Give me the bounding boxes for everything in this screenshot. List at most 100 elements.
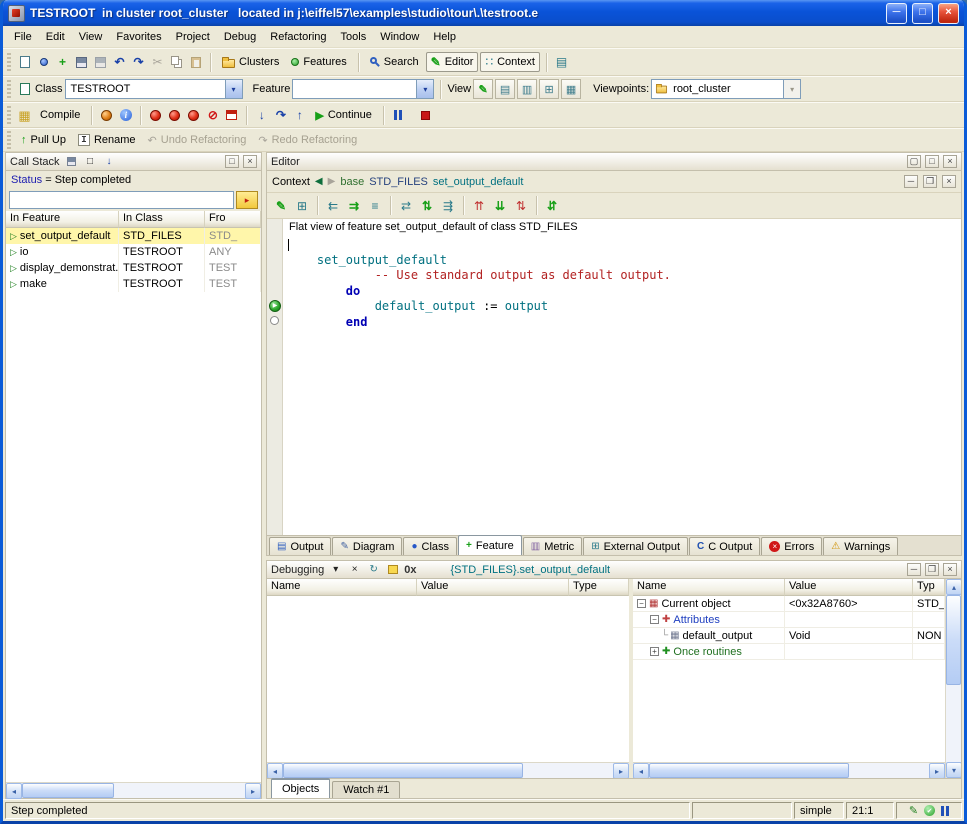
toolbar-grip[interactable] bbox=[7, 131, 11, 149]
debugging-menu-button[interactable]: ▾ bbox=[328, 563, 343, 577]
menu-help[interactable]: Help bbox=[426, 28, 463, 46]
scroll-right-button[interactable]: ▸ bbox=[245, 783, 261, 799]
menu-edit[interactable]: Edit bbox=[39, 28, 72, 46]
code-view[interactable]: set_output_default -- Use standard outpu… bbox=[284, 237, 961, 330]
scrollbar-track[interactable] bbox=[283, 763, 613, 778]
class-combobox-arrow[interactable]: ▾ bbox=[225, 80, 242, 98]
scroll-left-button[interactable]: ◂ bbox=[6, 783, 22, 799]
column-type[interactable]: Typ bbox=[913, 579, 945, 596]
debugging-restore-button[interactable]: ❐ bbox=[925, 563, 939, 576]
external-commands-button[interactable]: ▤ bbox=[553, 54, 570, 70]
call-stack-row[interactable]: ▷io TESTROOT ANY bbox=[6, 244, 261, 260]
view-contract-button[interactable]: ⊞ bbox=[539, 79, 559, 99]
open-new-editor-button[interactable]: ⊞ bbox=[292, 196, 312, 216]
show-history-button[interactable]: ⇵ bbox=[542, 196, 562, 216]
redo-refactoring-button[interactable]: ↷ Redo Refactoring bbox=[253, 131, 362, 150]
scroll-left-button[interactable]: ◂ bbox=[633, 763, 649, 778]
show-callees-button[interactable]: ⇉ bbox=[344, 196, 364, 216]
pause-button[interactable] bbox=[390, 107, 407, 123]
watch-hscrollbar[interactable]: ◂ ▸ bbox=[267, 762, 629, 778]
compile-button[interactable]: Compile bbox=[35, 106, 85, 124]
stack-filter-button[interactable]: ▸ bbox=[236, 191, 258, 209]
show-exports-button[interactable]: ⇅ bbox=[511, 196, 531, 216]
search-button[interactable]: Search bbox=[365, 53, 424, 71]
view-flat-button[interactable]: ▥ bbox=[517, 79, 537, 99]
show-descendants-button[interactable]: ⇊ bbox=[490, 196, 510, 216]
breadcrumb-class[interactable]: STD_FILES bbox=[369, 176, 428, 188]
column-in-class[interactable]: In Class bbox=[119, 211, 205, 228]
stack-filter-input[interactable] bbox=[9, 191, 234, 209]
editor-maximize-button[interactable]: □ bbox=[925, 155, 939, 168]
debugging-close-button[interactable]: × bbox=[943, 563, 957, 576]
show-creators-button[interactable]: ⇄ bbox=[396, 196, 416, 216]
step-into-button[interactable]: ↓ bbox=[253, 107, 270, 123]
object-tree-row[interactable]: −▦Current object <0x32A8760> STD_ bbox=[633, 596, 945, 612]
tab-diagram[interactable]: ✎Diagram bbox=[332, 537, 402, 555]
history-forward-button[interactable]: ▶ bbox=[328, 176, 336, 187]
cut-button[interactable]: ✂ bbox=[149, 54, 166, 70]
toolbar-grip[interactable] bbox=[7, 53, 11, 71]
paste-button[interactable] bbox=[187, 54, 204, 70]
context-minimize-button[interactable]: ─ bbox=[904, 175, 918, 188]
close-button[interactable]: × bbox=[938, 3, 959, 24]
watch-expression-button[interactable] bbox=[385, 563, 400, 577]
call-stack-row[interactable]: ▷make TESTROOT TEST bbox=[6, 276, 261, 292]
objects-vscrollbar[interactable]: ▴ ▾ bbox=[945, 579, 961, 778]
hex-format-toggle[interactable]: 0x bbox=[404, 564, 416, 576]
new-document-button[interactable] bbox=[16, 54, 33, 70]
menu-favorites[interactable]: Favorites bbox=[109, 28, 168, 46]
scroll-right-button[interactable]: ▸ bbox=[929, 763, 945, 778]
column-value[interactable]: Value bbox=[417, 579, 569, 596]
stack-depth-button[interactable]: ↓ bbox=[102, 155, 117, 169]
toolbar-grip[interactable] bbox=[7, 106, 11, 124]
menu-refactoring[interactable]: Refactoring bbox=[263, 28, 333, 46]
call-stack-hscrollbar[interactable]: ◂ ▸ bbox=[6, 782, 261, 798]
editor-header[interactable]: Editor ▢ □ × bbox=[267, 153, 961, 171]
features-button[interactable]: Features bbox=[286, 53, 351, 71]
redo-button[interactable]: ↷ bbox=[130, 54, 147, 70]
call-stack-maximize-button[interactable]: □ bbox=[225, 155, 239, 168]
maximize-button[interactable]: □ bbox=[912, 3, 933, 24]
edit-feature-button[interactable]: ✎ bbox=[271, 196, 291, 216]
run-no-stopping-button[interactable] bbox=[166, 107, 183, 123]
toolbar-grip[interactable] bbox=[7, 80, 11, 98]
object-tree-row[interactable]: └▦default_output Void NON bbox=[633, 628, 945, 644]
collapse-icon[interactable]: − bbox=[650, 615, 659, 624]
tab-c-output[interactable]: CC Output bbox=[689, 537, 760, 555]
view-interface-button[interactable]: ▦ bbox=[561, 79, 581, 99]
step-over-button[interactable]: ↷ bbox=[272, 107, 289, 123]
info-button[interactable]: i bbox=[117, 107, 134, 123]
tab-external-output[interactable]: ⊞External Output bbox=[583, 537, 688, 555]
call-stack-row[interactable]: ▷set_output_default STD_FILES STD_ bbox=[6, 228, 261, 244]
debugging-minimize-button[interactable]: ─ bbox=[907, 563, 921, 576]
tab-objects[interactable]: Objects bbox=[271, 778, 330, 798]
refresh-objects-button[interactable]: ↻ bbox=[366, 563, 381, 577]
column-name[interactable]: Name bbox=[267, 579, 417, 596]
open-file-button[interactable] bbox=[35, 54, 52, 70]
collapse-icon[interactable]: − bbox=[637, 599, 646, 608]
stop-button[interactable] bbox=[417, 107, 434, 123]
menu-tools[interactable]: Tools bbox=[334, 28, 374, 46]
run-finalized-button[interactable] bbox=[185, 107, 202, 123]
context-restore-button[interactable]: ❐ bbox=[923, 175, 937, 188]
undo-button[interactable]: ↶ bbox=[111, 54, 128, 70]
add-class-button[interactable]: + bbox=[54, 54, 71, 70]
scroll-right-button[interactable]: ▸ bbox=[613, 763, 629, 778]
object-tree-row[interactable]: +✚Once routines bbox=[633, 644, 945, 660]
tab-class[interactable]: ●Class bbox=[403, 537, 457, 555]
show-callers-button[interactable]: ⇇ bbox=[323, 196, 343, 216]
menu-window[interactable]: Window bbox=[373, 28, 426, 46]
show-assigners-button[interactable]: ≡ bbox=[365, 196, 385, 216]
class-combobox[interactable]: TESTROOT ▾ bbox=[65, 79, 243, 99]
object-tree-row[interactable]: −✚Attributes bbox=[633, 612, 945, 628]
undo-refactoring-button[interactable]: ↶ Undo Refactoring bbox=[143, 131, 252, 150]
context-toggle-button[interactable]: ∷ Context bbox=[480, 52, 540, 72]
tab-output[interactable]: ▤Output bbox=[269, 537, 331, 555]
menu-view[interactable]: View bbox=[72, 28, 110, 46]
minimize-button[interactable]: ─ bbox=[886, 3, 907, 24]
expand-icon[interactable]: + bbox=[650, 647, 659, 656]
scrollbar-track[interactable] bbox=[22, 783, 245, 798]
view-text-button[interactable]: ✎ bbox=[473, 79, 493, 99]
history-back-button[interactable]: ◀ bbox=[315, 176, 323, 187]
objects-hscrollbar[interactable]: ◂ ▸ bbox=[633, 762, 945, 778]
